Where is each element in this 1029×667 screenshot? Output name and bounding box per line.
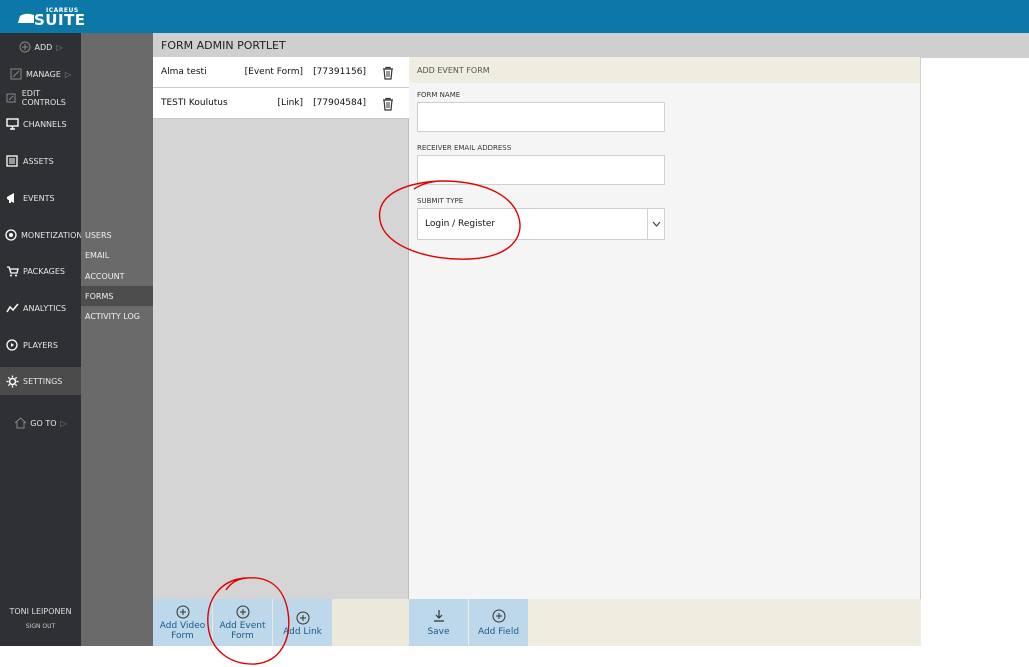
nav-events[interactable]: EVENTS	[0, 191, 81, 205]
form-list: Alma testi [Event Form] [77391156] TESTI…	[153, 57, 409, 646]
settings-subnav: USERS EMAIL ACCOUNT FORMS ACTIVITY LOG	[81, 33, 153, 646]
nav-analytics-label: ANALYTICS	[23, 303, 67, 313]
add-circle-icon	[176, 605, 189, 619]
gear-icon	[5, 374, 19, 388]
user-name: TONI LEIPONEN	[9, 607, 72, 616]
nav-add-label: ADD	[34, 42, 53, 52]
nav-edit-controls-label: EDIT CONTROLS	[21, 89, 66, 107]
monitor-icon	[5, 117, 19, 131]
form-id: [77391156]	[313, 67, 366, 77]
brand-name: SUITE	[34, 11, 86, 29]
bottom-strip	[0, 646, 1029, 665]
trash-icon[interactable]	[381, 97, 395, 111]
nav-manage[interactable]: MANAGE ▷	[0, 67, 81, 81]
nav-edit-controls[interactable]: EDIT CONTROLS	[0, 89, 81, 107]
nav-channels[interactable]: CHANNELS	[0, 117, 81, 131]
nav-monetization[interactable]: MONETIZATION	[0, 228, 83, 242]
chevron-right-icon: ▷	[64, 69, 72, 79]
add-circle-icon	[19, 41, 31, 53]
nav-goto[interactable]: GO TO ▷	[0, 416, 81, 430]
nav-players-label: PLAYERS	[23, 340, 58, 350]
nav-channels-label: CHANNELS	[23, 119, 67, 129]
add-video-form-label-line1: Add Video	[159, 621, 206, 631]
add-event-form-button[interactable]: Add Event Form	[213, 599, 272, 646]
trash-icon[interactable]	[381, 66, 395, 80]
chevron-down-icon[interactable]	[647, 209, 664, 239]
home-icon	[14, 417, 27, 429]
form-type: [Link]	[277, 98, 303, 108]
receiver-email-label: RECEIVER EMAIL ADDRESS	[417, 144, 512, 152]
add-event-form-label-line2: Form	[231, 631, 254, 641]
nav-monetization-label: MONETIZATION	[21, 230, 83, 240]
form-id: [77904584]	[313, 98, 366, 108]
add-link-label: Add Link	[283, 627, 322, 637]
add-field-button[interactable]: Add Field	[469, 599, 528, 646]
nav-settings[interactable]: SETTINGS	[0, 367, 81, 395]
main-nav: ADD ▷ MANAGE ▷ EDIT CONTROLS CHANNELS AS…	[0, 33, 83, 646]
cloud-logo-icon	[18, 13, 34, 23]
megaphone-icon	[5, 191, 19, 205]
add-circle-icon	[236, 605, 249, 619]
download-icon	[433, 610, 444, 622]
nav-settings-label: SETTINGS	[23, 376, 63, 386]
add-circle-icon	[296, 611, 309, 625]
add-video-form-label-line2: Form	[171, 631, 194, 641]
add-circle-icon	[492, 609, 505, 623]
sign-out-link[interactable]: SIGN OUT	[0, 623, 81, 630]
form-type: [Event Form]	[244, 67, 303, 77]
nav-packages[interactable]: PACKAGES	[0, 264, 81, 278]
form-name: Alma testi	[161, 67, 207, 77]
form-name: TESTI Koulutus	[161, 98, 228, 108]
nav-analytics[interactable]: ANALYTICS	[0, 301, 81, 315]
user-block: TONI LEIPONEN SIGN OUT	[0, 607, 81, 630]
nav-assets[interactable]: ASSETS	[0, 154, 81, 168]
edit-controls-icon	[5, 91, 18, 105]
subnav-forms[interactable]: FORMS	[81, 286, 153, 306]
empty-panel	[921, 57, 1029, 646]
list-item[interactable]: Alma testi [Event Form] [77391156]	[153, 57, 409, 88]
form-name-input[interactable]	[417, 102, 665, 132]
play-circle-icon	[5, 338, 19, 352]
add-event-form-label-line1: Add Event	[219, 621, 266, 631]
chevron-right-icon: ▷	[56, 42, 63, 52]
nav-players[interactable]: PLAYERS	[0, 338, 81, 352]
editor-header: ADD EVENT FORM	[409, 57, 920, 83]
chevron-right-icon: ▷	[60, 418, 67, 428]
nav-packages-label: PACKAGES	[23, 266, 65, 276]
cart-icon	[5, 264, 19, 278]
save-label: Save	[427, 627, 450, 637]
submit-type-label: SUBMIT TYPE	[417, 197, 464, 205]
nav-manage-label: MANAGE	[25, 69, 61, 79]
submit-type-select[interactable]: Login / Register	[417, 208, 665, 240]
nav-assets-label: ASSETS	[23, 156, 54, 166]
top-bar: ICAREUS SUITE	[0, 0, 1029, 33]
coin-icon	[5, 228, 17, 242]
subnav-activity-log[interactable]: ACTIVITY LOG	[81, 306, 153, 326]
line-chart-icon	[5, 301, 19, 315]
receiver-email-input[interactable]	[417, 155, 665, 185]
nav-goto-label: GO TO	[30, 418, 57, 428]
add-link-button[interactable]: Add Link	[273, 599, 332, 646]
portlet-title: FORM ADMIN PORTLET	[153, 33, 1029, 57]
pencil-icon	[10, 68, 22, 80]
form-name-label: FORM NAME	[417, 91, 461, 99]
nav-add[interactable]: ADD ▷	[0, 40, 81, 54]
subnav-users[interactable]: USERS	[81, 225, 153, 245]
submit-type-value: Login / Register	[425, 219, 496, 229]
save-button[interactable]: Save	[409, 599, 468, 646]
nav-events-label: EVENTS	[23, 193, 55, 203]
add-video-form-button[interactable]: Add Video Form	[153, 599, 212, 646]
list-item[interactable]: TESTI Koulutus [Link] [77904584]	[153, 88, 409, 119]
add-field-label: Add Field	[477, 627, 520, 637]
form-editor: ADD EVENT FORM FORM NAME RECEIVER EMAIL …	[409, 57, 921, 599]
subnav-account[interactable]: ACCOUNT	[81, 266, 153, 286]
subnav-email[interactable]: EMAIL	[81, 245, 153, 265]
list-box-icon	[5, 154, 19, 168]
